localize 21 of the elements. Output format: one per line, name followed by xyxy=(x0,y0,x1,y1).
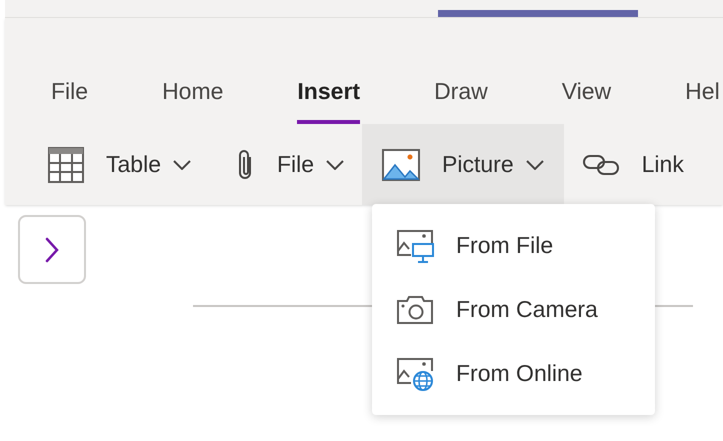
expand-button[interactable] xyxy=(18,215,86,284)
menu-item[interactable]: From File xyxy=(372,214,655,278)
picture-monitor-icon xyxy=(396,228,434,262)
camera-icon xyxy=(396,294,434,324)
menu-item[interactable]: From Camera xyxy=(372,278,655,342)
table-icon xyxy=(48,146,84,182)
toolbar-button[interactable]: Link xyxy=(572,124,694,205)
ribbon-tab[interactable]: Hel xyxy=(685,76,720,124)
ribbon-tab[interactable]: Insert xyxy=(297,76,360,124)
toolbar-button[interactable]: Table xyxy=(38,124,201,205)
picture-icon xyxy=(382,148,420,180)
toolbar-button[interactable]: Picture xyxy=(362,124,564,205)
toolbar-button[interactable]: File xyxy=(224,124,354,205)
link-icon xyxy=(582,154,620,176)
ribbon-tab[interactable]: Draw xyxy=(434,76,488,124)
ribbon-tab[interactable]: View xyxy=(562,76,612,124)
menu-item[interactable]: From Online xyxy=(372,342,655,406)
picture-globe-icon xyxy=(396,356,434,390)
ribbon-tab[interactable]: File xyxy=(51,76,88,124)
ribbon-tab[interactable]: Home xyxy=(162,76,224,124)
chevron-right-icon xyxy=(45,236,59,262)
